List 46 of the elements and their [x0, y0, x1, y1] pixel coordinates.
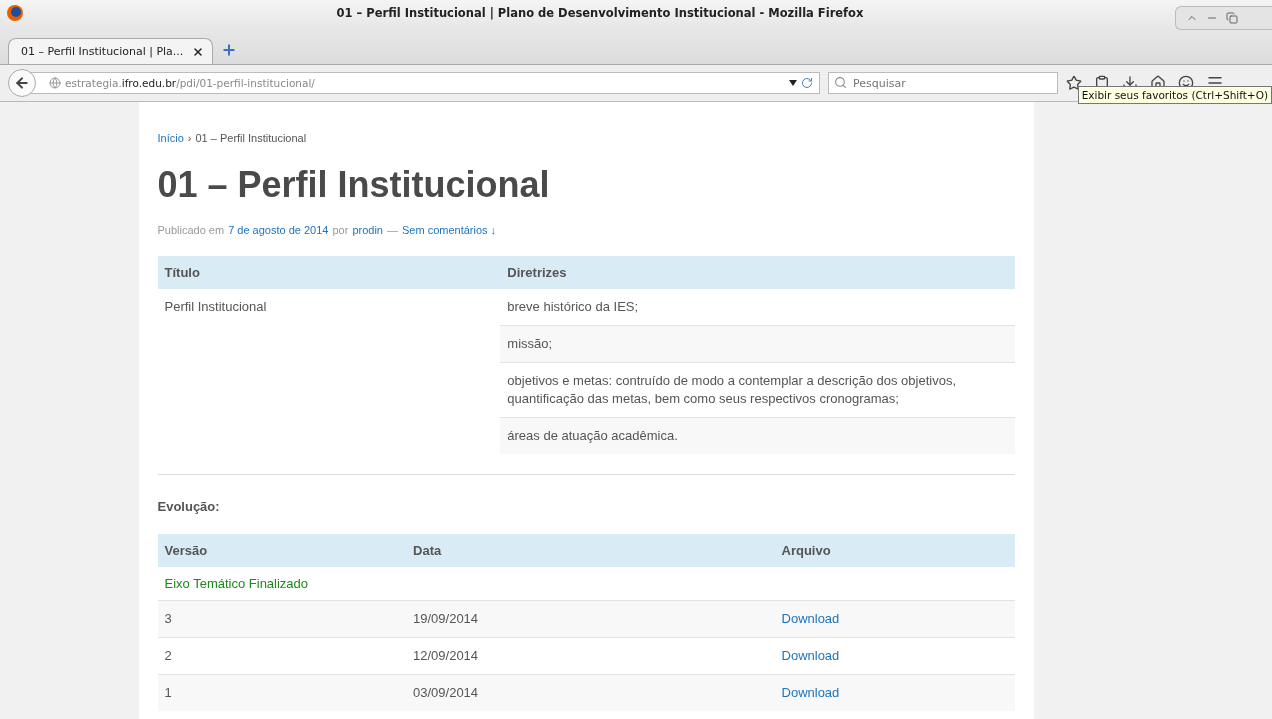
globe-icon [49, 77, 61, 89]
back-button[interactable] [8, 69, 36, 97]
table-cell: objetivos e metas: contruído de modo a contemplar a descrição dos objetivos, quantificação das metas, bem como seus respectivos cronogramas; [500, 362, 1015, 418]
table-cell: 3 [157, 600, 406, 638]
browser-tab[interactable]: 01 – Perfil Institucional | Pla... [8, 38, 213, 64]
page-heading: 01 – Perfil Institucional [157, 164, 551, 206]
meta-text: por [332, 224, 349, 236]
address-bar[interactable]: estrategia.ifro.edu.br/pdi/01-perfil-institucional/ [30, 72, 820, 94]
table-cell: 1 [157, 674, 406, 711]
browser-logo-icon [6, 4, 24, 22]
meta-text: Publicado em [157, 224, 225, 236]
dropdown-icon[interactable] [789, 80, 797, 86]
table-cell: missão; [500, 325, 1015, 363]
download-link[interactable]: Download [781, 685, 840, 700]
plus-icon[interactable] [221, 42, 237, 58]
reload-icon[interactable] [801, 77, 813, 89]
column-header: Data [406, 534, 775, 567]
column-header: Versão [157, 534, 406, 567]
meta-dash: — [386, 224, 398, 236]
bookmark-star-icon[interactable] [1066, 75, 1082, 91]
column-header: Título [157, 256, 501, 289]
close-icon[interactable] [192, 45, 204, 58]
group-row-label: Eixo Temático Finalizado [157, 567, 1015, 601]
author-link[interactable]: prodin [352, 224, 383, 236]
restore-icon[interactable] [1226, 12, 1238, 24]
table-cell: 03/09/2014 [406, 674, 775, 711]
tooltip: Exibir seus favoritos (Ctrl+Shift+O) [1077, 86, 1272, 104]
column-header: Diretrizes [500, 256, 1015, 289]
table-cell: 19/09/2014 [406, 600, 775, 638]
breadcrumb-link[interactable]: Início [157, 132, 184, 144]
breadcrumb-separator: › [187, 132, 192, 144]
download-link[interactable]: Download [781, 611, 840, 626]
table-cell: breve histórico da IES; [500, 289, 1015, 326]
search-icon [834, 76, 847, 89]
table-cell: 2 [157, 637, 406, 675]
table-cell: áreas de atuação acadêmica. [500, 417, 1015, 454]
window-title: 01 – Perfil Institucional | Plano de Desenvolvimento Institucional - Mozilla Firefox [335, 6, 865, 20]
date-link[interactable]: 7 de agosto de 2014 [228, 224, 329, 236]
table-cell: Perfil Institucional [157, 289, 501, 454]
comments-link[interactable]: Sem comentários ↓ [401, 224, 497, 236]
breadcrumb-current: 01 – Perfil Institucional [195, 132, 307, 144]
search-field[interactable]: Pesquisar [828, 72, 1058, 94]
table-cell: 12/09/2014 [406, 637, 775, 675]
column-header: Arquivo [774, 534, 1015, 567]
section-label: Evolução: [157, 499, 221, 514]
download-link[interactable]: Download [781, 648, 840, 663]
